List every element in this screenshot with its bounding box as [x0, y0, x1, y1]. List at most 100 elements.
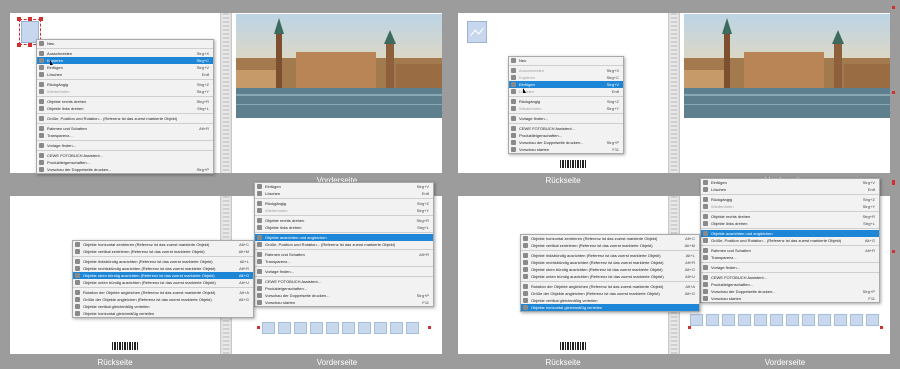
image-placeholder[interactable] [262, 322, 275, 334]
menu-item-vorschau-starten[interactable]: Vorschau starten F11 [701, 295, 879, 302]
image-placeholder[interactable] [294, 322, 307, 334]
menu-item-löschen[interactable]: Löschen Entf [701, 186, 879, 193]
menu-item-objekte-horizontal-zentrieren-referenz-i[interactable]: Objekte horizontal zentrieren (Referenz … [521, 235, 699, 242]
resize-handle[interactable] [28, 17, 32, 21]
menu-item-transparenz[interactable]: Transparenz... [701, 254, 879, 261]
menu-item-cewe-fotobuch-assistent[interactable]: CEWE FOTOBUCH Assistent... [509, 125, 623, 132]
menu-item-vorlage-finden[interactable]: Vorlage finden... [255, 268, 433, 275]
menu-item-vorschau-starten[interactable]: Vorschau starten F11 [509, 146, 623, 153]
menu-item-objekte-vertikal-zentrieren-referenz-ist[interactable]: Objekte vertikal zentrieren (Referenz is… [521, 242, 699, 249]
menu-item-objekte-oben-bündig-ausrichten-referenz-[interactable]: Objekte oben bündig ausrichten (Referenz… [73, 272, 253, 279]
menu-item-cewe-fotobuch-assistent[interactable]: CEWE FOTOBUCH Assistent... [37, 152, 213, 159]
image-placeholder[interactable] [866, 314, 879, 326]
menu-item-objekte-ausrichten-und-angleichen[interactable]: Objekte ausrichten und angleichen [701, 230, 879, 237]
image-placeholder[interactable] [754, 314, 767, 326]
menu-item-kopieren[interactable]: Kopieren Strg+C [37, 57, 213, 64]
image-placeholder[interactable] [358, 322, 371, 334]
menu-item-vorlage-finden[interactable]: Vorlage finden... [37, 142, 213, 149]
menu-item-rotation-der-objekte-angleichen-referenz[interactable]: Rotation der Objekte angleichen (Referen… [521, 283, 699, 290]
image-placeholder[interactable] [390, 322, 403, 334]
menu-item-objekte-linksbündig-ausrichten-referenz-[interactable]: Objekte linksbündig ausrichten (Referenz… [521, 252, 699, 259]
menu-item-neu[interactable]: Neu [37, 40, 213, 47]
menu-item-objekte-horizontal-zentrieren-referenz-i[interactable]: Objekte horizontal zentrieren (Referenz … [73, 241, 253, 248]
context-menu[interactable]: Einfügen Strg+V Löschen Entf Rückgängig Strg+… [254, 182, 434, 307]
image-placeholder[interactable] [342, 322, 355, 334]
menu-item-vorschau-der-doppelseite-drucken[interactable]: Vorschau der Doppelseite drucken... Strg+… [701, 288, 879, 295]
menu-item-neu[interactable]: Neu [509, 57, 623, 64]
menu-item-vorschau-der-doppelseite-drucken[interactable]: Vorschau der Doppelseite drucken... Strg+… [37, 166, 213, 173]
image-placeholder[interactable] [690, 314, 703, 326]
image-placeholder[interactable] [722, 314, 735, 326]
menu-item-cewe-fotobuch-assistent[interactable]: CEWE FOTOBUCH Assistent... [255, 278, 433, 285]
menu-item-löschen[interactable]: Löschen Entf [509, 88, 623, 95]
menu-item-größe-der-objekte-angleichen-referenz-is[interactable]: Größe der Objekte angleichen (Referenz i… [521, 290, 699, 297]
menu-item-vorlage-finden[interactable]: Vorlage finden... [509, 115, 623, 122]
menu-item-objekte-rechts-drehen[interactable]: Objekte rechts drehen Strg+R [701, 213, 879, 220]
menu-item-rückgängig[interactable]: Rückgängig Strg+Z [37, 81, 213, 88]
menu-item-rückgängig[interactable]: Rückgängig Strg+Z [255, 200, 433, 207]
menu-item-produktleigenschaften[interactable]: Produktleigenschaften... [509, 132, 623, 139]
image-placeholder[interactable] [770, 314, 783, 326]
menu-item-wiederholen[interactable]: Wiederholen Strg+Y [509, 105, 623, 112]
align-submenu[interactable]: Objekte horizontal zentrieren (Referenz … [72, 240, 254, 318]
image-placeholder[interactable] [374, 322, 387, 334]
menu-item-wiederholen[interactable]: Wiederholen Strg+Y [701, 203, 879, 210]
align-submenu[interactable]: Objekte horizontal zentrieren (Referenz … [520, 234, 700, 312]
menu-item-objekte-rechts-drehen[interactable]: Objekte rechts drehen Strg+R [37, 98, 213, 105]
menu-item-objekte-rechtsbündig-ausrichten-referenz[interactable]: Objekte rechtsbündig ausrichten (Referen… [521, 259, 699, 266]
menu-item-objekte-vertikal-zentrieren-referenz-ist[interactable]: Objekte vertikal zentrieren (Referenz is… [73, 248, 253, 255]
menu-item-objekte-vertikal-gleichmäßig-verteilen[interactable]: Objekte vertikal gleichmäßig verteilen [73, 303, 253, 310]
menu-item-rahmen-und-schatten[interactable]: Rahmen und Schatten Alt+R [255, 251, 433, 258]
image-placeholder[interactable] [406, 322, 419, 334]
image-placeholder[interactable] [326, 322, 339, 334]
image-placeholder[interactable] [706, 314, 719, 326]
menu-item-rotation-der-objekte-angleichen-referenz[interactable]: Rotation der Objekte angleichen (Referen… [73, 289, 253, 296]
city-photo[interactable] [236, 14, 442, 118]
image-placeholder[interactable] [802, 314, 815, 326]
menu-item-rahmen-und-schatten[interactable]: Rahmen und Schatten Alt+R [37, 125, 213, 132]
menu-item-ausschneiden[interactable]: Ausschneiden Strg+X [509, 67, 623, 74]
image-placeholder-row[interactable] [690, 314, 879, 326]
menu-item-größe-position-und-rotation-referenz-ist[interactable]: Größe, Position und Rotation... (Referen… [37, 115, 213, 122]
menu-item-vorlage-finden[interactable]: Vorlage finden... [701, 264, 879, 271]
menu-item-objekte-links-drehen[interactable]: Objekte links drehen Strg+L [37, 105, 213, 112]
menu-item-größe-position-und-rotation-referenz-ist[interactable]: Größe, Position und Rotation... (Referen… [255, 241, 433, 248]
menu-item-rückgängig[interactable]: Rückgängig Strg+Z [701, 196, 879, 203]
menu-item-objekte-oben-bündig-ausrichten-referenz-[interactable]: Objekte oben bündig ausrichten (Referenz… [521, 266, 699, 273]
menu-item-einfügen[interactable]: Einfügen Strg+V [701, 179, 879, 186]
resize-handle[interactable] [28, 43, 32, 47]
menu-item-cewe-fotobuch-assistent[interactable]: CEWE FOTOBUCH Assistent... [701, 274, 879, 281]
menu-item-löschen[interactable]: Löschen Entf [255, 190, 433, 197]
menu-item-objekte-unten-bündig-ausrichten-referenz[interactable]: Objekte unten bündig ausrichten (Referen… [521, 273, 699, 280]
menu-item-größe-der-objekte-angleichen-referenz-is[interactable]: Größe der Objekte angleichen (Referenz i… [73, 296, 253, 303]
menu-item-größe-position-und-rotation-referenz-ist[interactable]: Größe, Position und Rotation... (Referen… [701, 237, 879, 244]
menu-item-wiederholen[interactable]: Wiederholen Strg+Y [255, 207, 433, 214]
menu-item-produkteigenschaften[interactable]: Produkteigenschaften... [701, 281, 879, 288]
resize-handle[interactable] [17, 17, 21, 21]
mountain-image-icon[interactable] [467, 21, 487, 43]
image-placeholder[interactable] [310, 322, 323, 334]
menu-item-vorschau-starten[interactable]: Vorschau starten F11 [255, 299, 433, 306]
menu-item-einfügen[interactable]: Einfügen Strg+V [255, 183, 433, 190]
menu-item-transparenz[interactable]: Transparenz... [37, 132, 213, 139]
menu-item-ausschneiden[interactable]: Ausschneiden Strg+X [37, 50, 213, 57]
menu-item-objekte-horizontal-gleichmäßig-verteilen[interactable]: Objekte horizontal gleichmäßig verteilen [73, 310, 253, 317]
menu-item-einfügen[interactable]: Einfügen Strg+V [509, 81, 623, 88]
context-menu[interactable]: Neu Ausschneiden Strg+X Kopieren Strg+C Einfü… [36, 39, 214, 174]
menu-item-rückgängig[interactable]: Rückgängig Strg+Z [509, 98, 623, 105]
menu-item-einfügen[interactable]: Einfügen Strg+V [37, 64, 213, 71]
menu-item-objekte-rechts-drehen[interactable]: Objekte rechts drehen Strg+R [255, 217, 433, 224]
image-placeholder[interactable] [786, 314, 799, 326]
image-placeholder[interactable] [834, 314, 847, 326]
image-placeholder-row[interactable] [262, 322, 419, 334]
image-placeholder[interactable] [850, 314, 863, 326]
menu-item-produktleigenschaften[interactable]: Produktleigenschaften... [37, 159, 213, 166]
menu-item-objekte-horizontal-gleichmäßig-verteilen[interactable]: Objekte horizontal gleichmäßig verteilen [521, 304, 699, 311]
menu-item-objekte-ausrichten-und-angleichen[interactable]: Objekte ausrichten und angleichen [255, 234, 433, 241]
menu-item-objekte-linksbündig-ausrichten-referenz-[interactable]: Objekte linksbündig ausrichten (Referenz… [73, 258, 253, 265]
menu-item-objekte-links-drehen[interactable]: Objekte links drehen Strg+L [701, 220, 879, 227]
resize-handle[interactable] [39, 17, 43, 21]
menu-item-vorschau-der-doppelseite-drucken[interactable]: Vorschau der Doppelseite drucken... Strg+… [255, 292, 433, 299]
image-placeholder[interactable] [818, 314, 831, 326]
menu-item-objekte-vertikal-gleichmäßig-verteilen[interactable]: Objekte vertikal gleichmäßig verteilen [521, 297, 699, 304]
